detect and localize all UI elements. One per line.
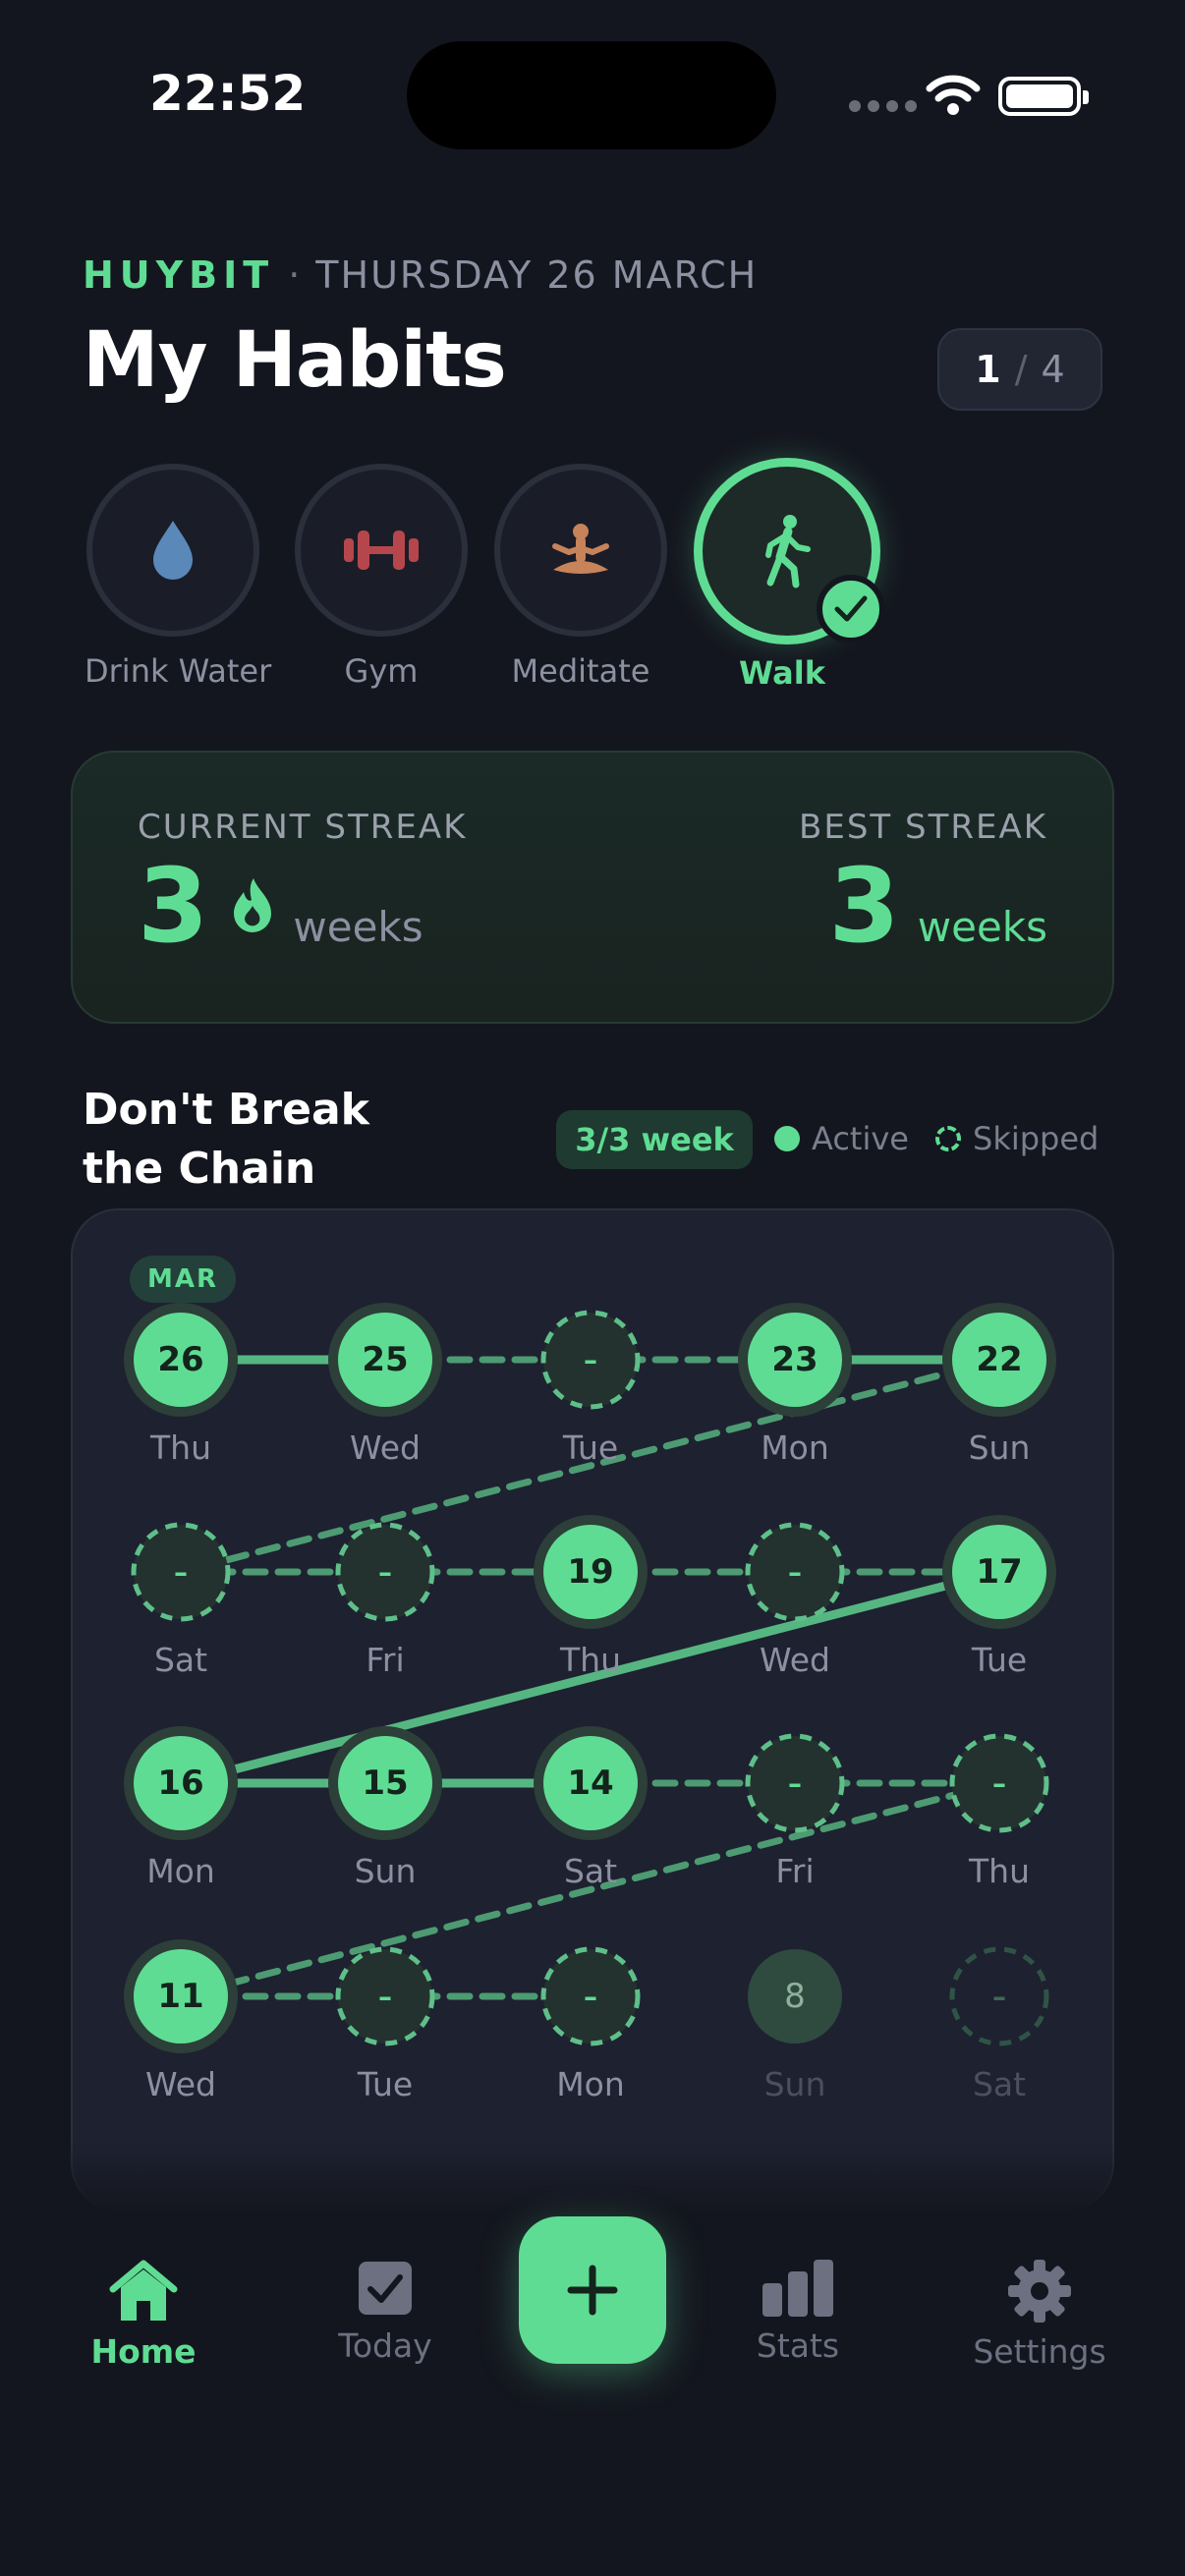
- weekday-label: Tue: [562, 1428, 619, 1467]
- stats-icon: [762, 2260, 833, 2317]
- day-number: –: [788, 1766, 802, 1800]
- weekday-label: Thu: [150, 1428, 211, 1467]
- nav-today[interactable]: Today: [287, 2260, 483, 2365]
- day-number: 14: [567, 1764, 614, 1803]
- nav-stats[interactable]: Stats: [700, 2260, 896, 2365]
- day-number: –: [174, 1555, 188, 1589]
- day-number: 8: [784, 1977, 806, 2016]
- add-habit-button[interactable]: [519, 2216, 666, 2364]
- day-number: 22: [976, 1340, 1023, 1379]
- chain-fade: [0, 2142, 1185, 2211]
- weekday-label: Sat: [153, 1641, 208, 1679]
- weekday-label: Thu: [969, 1852, 1030, 1890]
- day-number: 17: [976, 1552, 1023, 1592]
- day-number: 11: [157, 1977, 204, 2016]
- screen: 22:52 HUYBIT · THURSDAY 26 MARCH My Habits…: [0, 0, 1185, 2576]
- weekday-label: Fri: [775, 1852, 815, 1890]
- day-number: 26: [157, 1340, 204, 1379]
- day-number: –: [992, 1766, 1006, 1800]
- weekday-label: Mon: [556, 2065, 625, 2103]
- home-icon: [109, 2260, 178, 2321]
- gear-icon: [1008, 2260, 1071, 2323]
- weekday-label: Wed: [760, 1641, 830, 1679]
- day-number: 25: [362, 1340, 409, 1379]
- weekday-label: Tue: [357, 2065, 414, 2103]
- weekday-label: Mon: [761, 1428, 829, 1467]
- weekday-label: Wed: [350, 1428, 421, 1467]
- weekday-label: Fri: [366, 1641, 405, 1679]
- day-number: 23: [771, 1340, 818, 1379]
- weekday-label: Sun: [968, 1428, 1031, 1467]
- day-number: –: [378, 1980, 392, 2013]
- weekday-label: Tue: [971, 1641, 1028, 1679]
- weekday-label: Sat: [563, 1852, 618, 1890]
- day-number: 16: [157, 1764, 204, 1803]
- day-number: 19: [567, 1552, 614, 1592]
- nav-settings-label: Settings: [973, 2332, 1106, 2371]
- weekday-label: Sun: [354, 1852, 417, 1890]
- nav-settings[interactable]: Settings: [941, 2260, 1138, 2371]
- nav-home[interactable]: Home: [45, 2260, 242, 2371]
- checkbox-icon: [359, 2262, 412, 2315]
- day-number: –: [992, 1980, 1006, 2013]
- weekday-label: Mon: [146, 1852, 215, 1890]
- nav-home-label: Home: [90, 2332, 197, 2371]
- day-number: –: [788, 1555, 802, 1589]
- nav-today-label: Today: [338, 2326, 432, 2365]
- day-number: –: [584, 1343, 597, 1376]
- plus-icon: [567, 2265, 618, 2316]
- weekday-label: Sat: [972, 2065, 1027, 2103]
- day-number: –: [378, 1555, 392, 1589]
- day-number: 15: [362, 1764, 409, 1803]
- weekday-label: Wed: [145, 2065, 216, 2103]
- weekday-label: Sun: [763, 2065, 826, 2103]
- weekday-label: Thu: [560, 1641, 621, 1679]
- day-number: –: [584, 1980, 597, 2013]
- nav-stats-label: Stats: [756, 2326, 840, 2365]
